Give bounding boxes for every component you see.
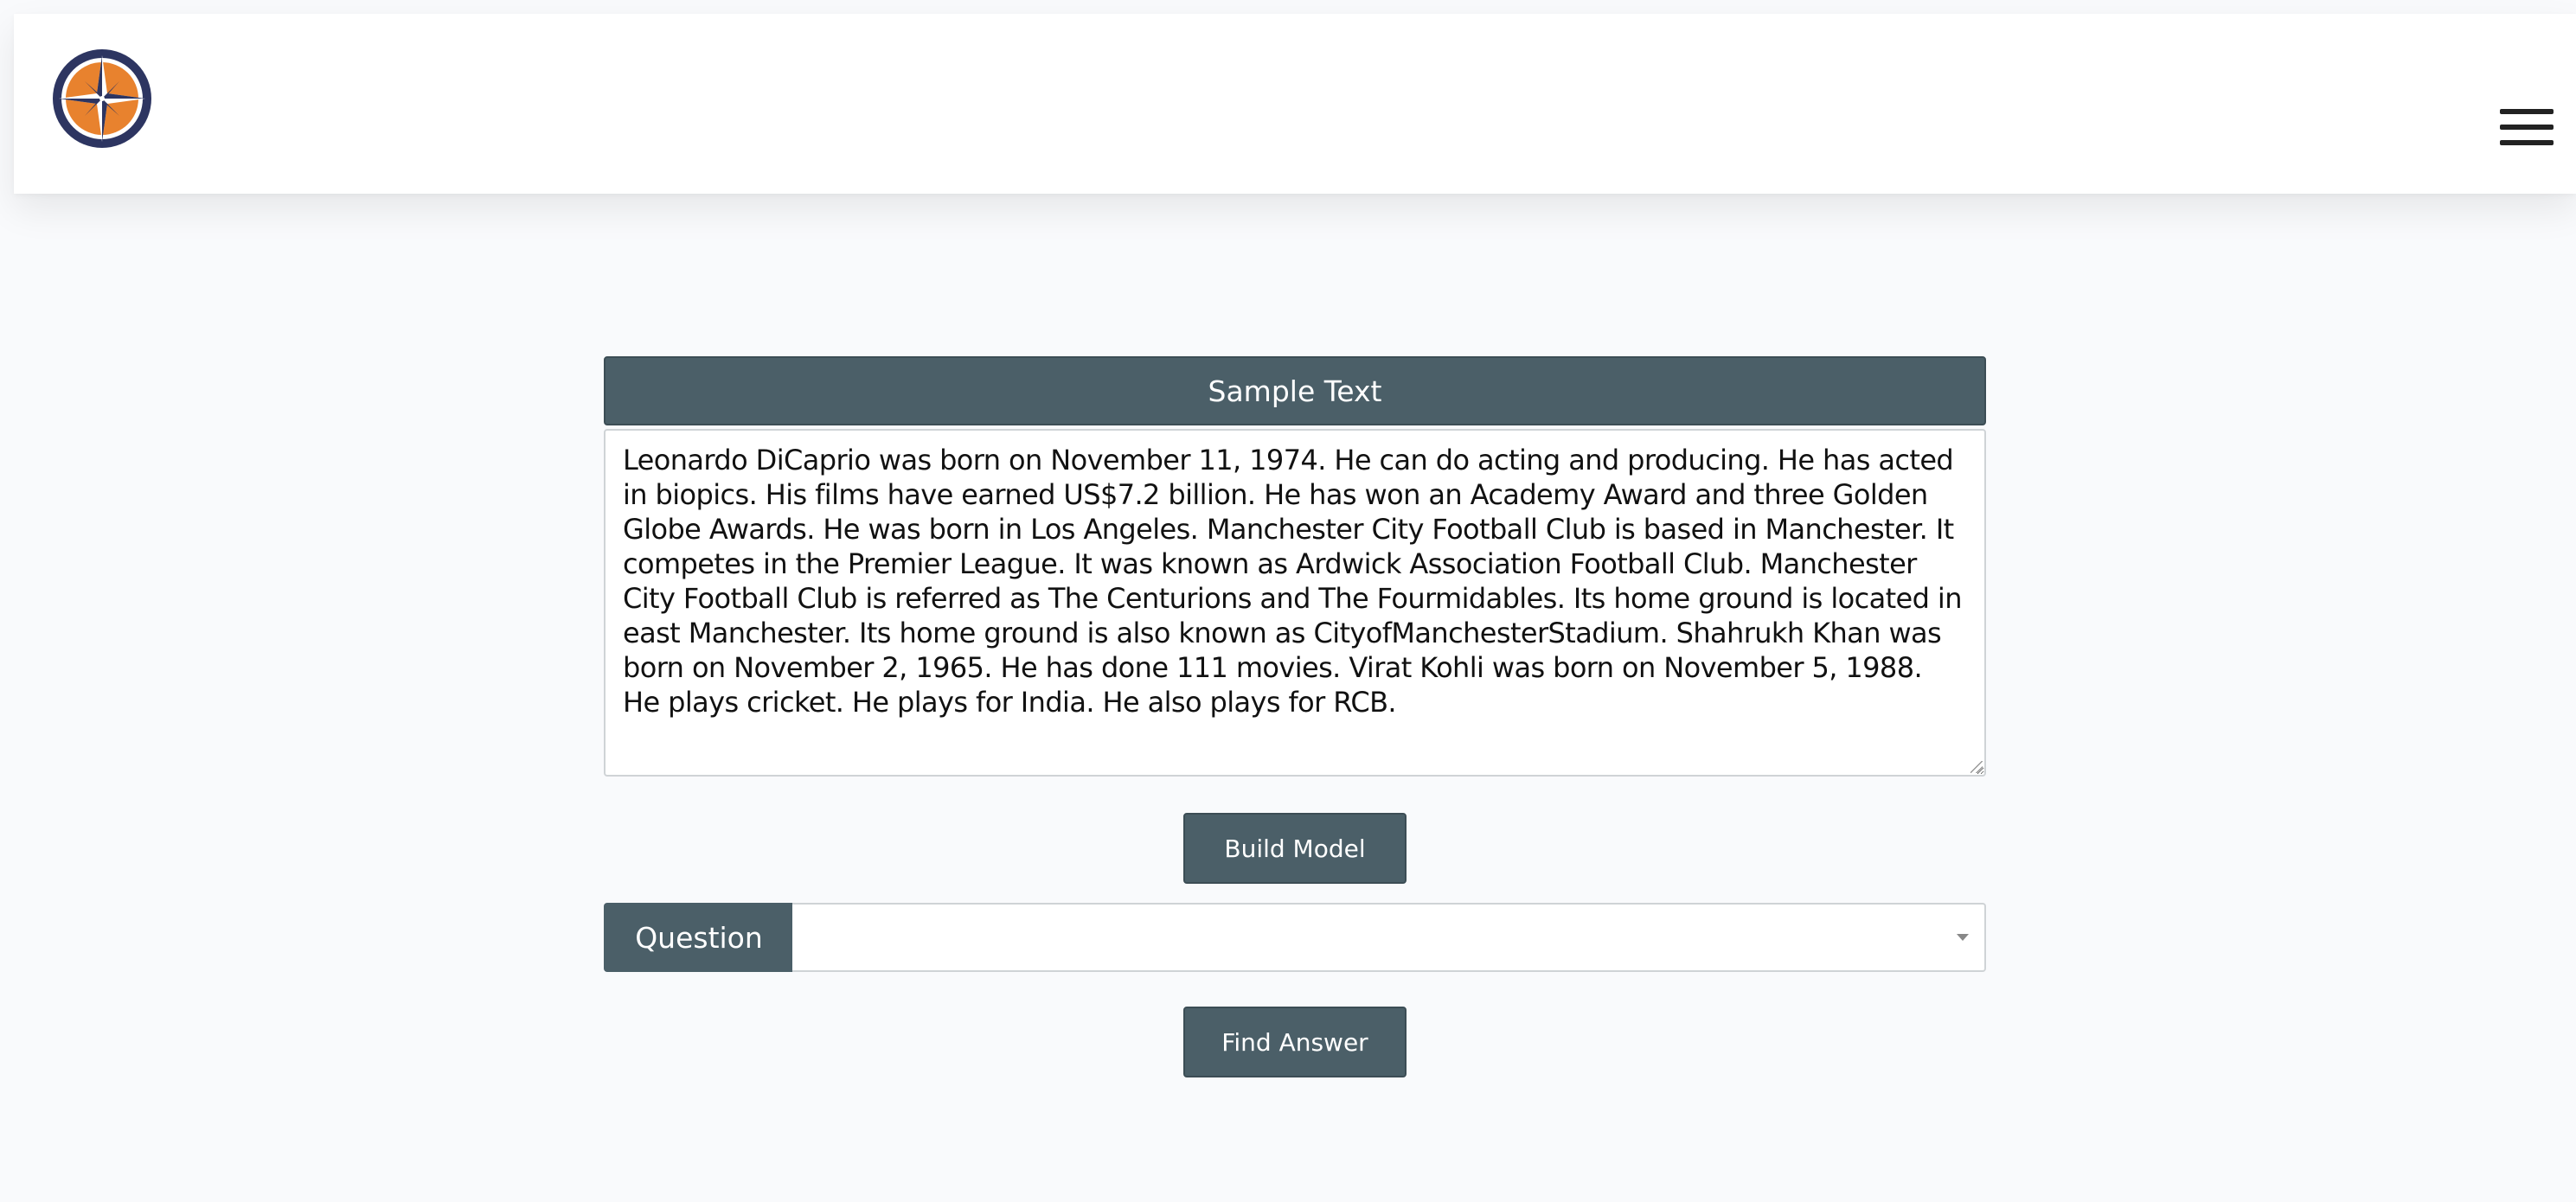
compass-logo-icon[interactable] bbox=[50, 47, 154, 150]
sample-text-header: Sample Text bbox=[604, 356, 1986, 425]
top-navbar bbox=[14, 14, 2576, 194]
caret-down-icon[interactable] bbox=[1957, 934, 1969, 941]
hamburger-menu-icon[interactable] bbox=[2500, 109, 2554, 145]
find-answer-button[interactable]: Find Answer bbox=[1183, 1007, 1407, 1077]
question-label: Question bbox=[604, 903, 794, 972]
question-select[interactable] bbox=[792, 903, 1986, 972]
build-model-button[interactable]: Build Model bbox=[1183, 813, 1407, 884]
hamburger-line bbox=[2500, 109, 2554, 114]
hamburger-line bbox=[2500, 125, 2554, 130]
hamburger-line bbox=[2500, 140, 2554, 145]
sample-text-area[interactable]: Leonardo DiCaprio was born on November 1… bbox=[604, 429, 1986, 777]
resize-grip-icon[interactable] bbox=[1970, 761, 1983, 773]
compass-logo-graphic bbox=[53, 49, 151, 148]
